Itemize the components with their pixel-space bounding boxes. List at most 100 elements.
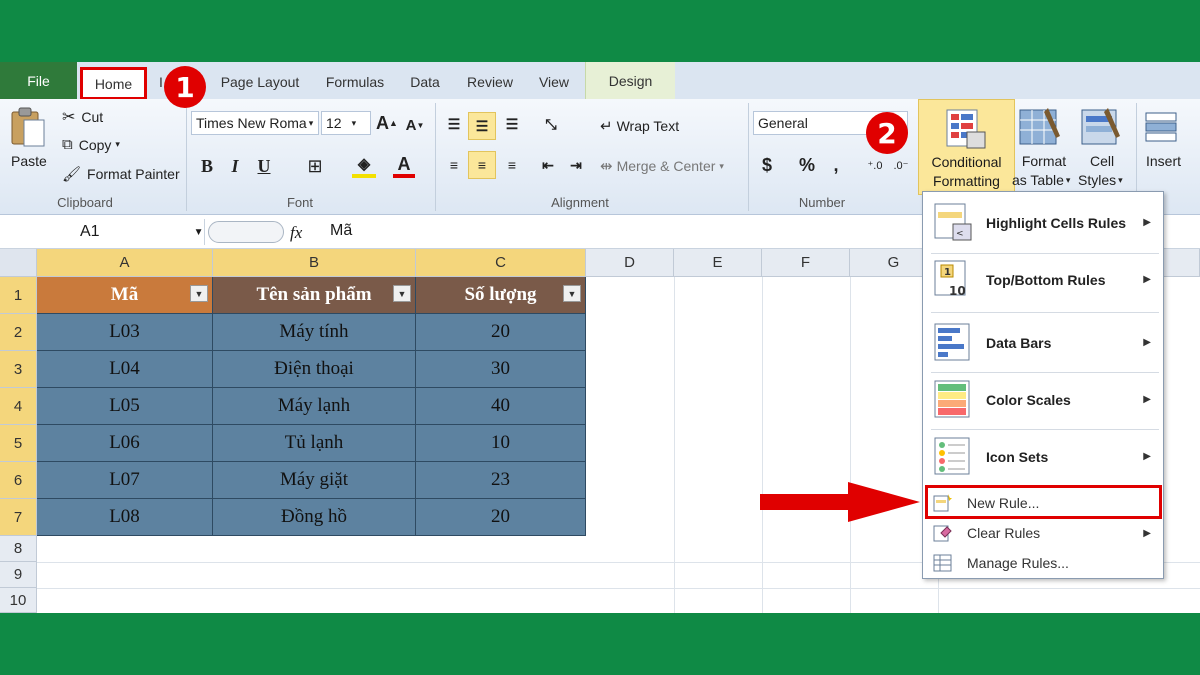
tab-view[interactable]: View (533, 71, 575, 93)
conditional-formatting-button[interactable]: Conditional Formatting (918, 99, 1015, 195)
increase-decimal-icon[interactable]: ⁺.0 (864, 154, 886, 176)
fill-color-icon[interactable]: ◈ (352, 154, 376, 178)
menu-item-top-bottom-rules[interactable]: 1 10 Top/Bottom Rules ▶ (923, 251, 1163, 308)
paste-icon[interactable] (8, 105, 52, 149)
font-size-select[interactable]: 12 ▾ (321, 111, 371, 135)
align-middle-icon[interactable]: ☰ (468, 112, 496, 140)
table-cell[interactable]: Đồng hồ (213, 499, 416, 536)
row-header-8[interactable]: 8 (0, 536, 37, 562)
table-cell[interactable]: 23 (416, 462, 586, 499)
decrease-decimal-icon[interactable]: .0⁻ (890, 154, 912, 176)
select-all-corner[interactable] (0, 249, 37, 277)
tab-data[interactable]: Data (405, 71, 445, 93)
format-as-table-label-2[interactable]: as Table ▾ (1012, 172, 1070, 188)
orientation-icon[interactable]: ⤡ (536, 112, 566, 136)
table-header-cell[interactable]: Tên sản phẩm ▼ (213, 277, 416, 314)
cell-styles-label-2[interactable]: Styles ▾ (1078, 172, 1123, 188)
menu-item-color-scales[interactable]: Color Scales ▶ (923, 371, 1163, 428)
column-header-f[interactable]: F (762, 249, 850, 277)
table-cell[interactable]: Máy tính (213, 314, 416, 351)
borders-icon[interactable]: ⊞ (303, 154, 327, 178)
menu-item-highlight-cells-rules[interactable]: < Highlight Cells Rules ▶ (923, 194, 1163, 251)
shrink-font-button[interactable]: A ▼ (404, 113, 426, 137)
font-name-select[interactable]: Times New Roma ▾ (191, 111, 319, 135)
filter-dropdown-icon[interactable]: ▼ (190, 285, 208, 302)
menu-item-manage-rules[interactable]: Manage Rules... (923, 548, 1163, 578)
row-header-5[interactable]: 5 (0, 425, 37, 462)
table-cell[interactable]: 40 (416, 388, 586, 425)
align-top-icon[interactable]: ☰ (442, 112, 466, 136)
row-header-2[interactable]: 2 (0, 314, 37, 351)
bold-button[interactable]: B (196, 154, 218, 178)
font-color-icon[interactable]: A (393, 154, 415, 178)
table-header-cell[interactable]: Mã ▼ (37, 277, 213, 314)
format-as-table-label-1[interactable]: Format (1020, 153, 1068, 169)
format-as-table-icon[interactable] (1018, 103, 1068, 153)
table-cell[interactable]: 20 (416, 314, 586, 351)
copy-button[interactable]: ⧉ Copy ▾ (62, 136, 120, 153)
decrease-indent-icon[interactable]: ⇤ (536, 153, 560, 177)
table-cell[interactable]: L07 (37, 462, 213, 499)
cell-styles-icon[interactable] (1080, 103, 1126, 153)
tab-home[interactable]: Home (80, 67, 147, 100)
formula-input[interactable]: Mã (330, 222, 352, 240)
table-cell[interactable]: 30 (416, 351, 586, 388)
tab-page-layout[interactable]: Page Layout (215, 71, 305, 93)
name-box[interactable]: A1 ▼ (0, 219, 205, 245)
align-bottom-icon[interactable]: ☰ (500, 112, 524, 136)
align-right-icon[interactable]: ≡ (500, 153, 524, 177)
row-header-9[interactable]: 9 (0, 562, 37, 588)
table-cell[interactable]: L04 (37, 351, 213, 388)
row-header-3[interactable]: 3 (0, 351, 37, 388)
table-cell[interactable]: Máy giặt (213, 462, 416, 499)
table-cell[interactable]: Máy lạnh (213, 388, 416, 425)
tab-file[interactable]: File (0, 62, 77, 99)
row-header-4[interactable]: 4 (0, 388, 37, 425)
increase-indent-icon[interactable]: ⇥ (564, 153, 588, 177)
wrap-text-button[interactable]: ↵ Wrap Text (600, 117, 679, 135)
format-painter-button[interactable]: 🖌 Format Painter (62, 165, 180, 183)
percent-button[interactable]: % (798, 153, 816, 177)
cell-styles-label-1[interactable]: Cell (1090, 153, 1114, 169)
insert-button[interactable]: Insert (1146, 153, 1181, 169)
filter-dropdown-icon[interactable]: ▼ (563, 285, 581, 302)
comma-button[interactable]: , (830, 153, 842, 177)
table-cell[interactable]: L03 (37, 314, 213, 351)
table-header-cell[interactable]: Số lượng ▼ (416, 277, 586, 314)
table-cell[interactable]: Tủ lạnh (213, 425, 416, 462)
insert-cells-icon[interactable] (1142, 103, 1192, 151)
filter-dropdown-icon[interactable]: ▼ (393, 285, 411, 302)
tab-review[interactable]: Review (460, 71, 520, 93)
table-cell[interactable]: 10 (416, 425, 586, 462)
row-header-7[interactable]: 7 (0, 499, 37, 536)
column-header-b[interactable]: B (213, 249, 416, 277)
tab-formulas[interactable]: Formulas (320, 71, 390, 93)
paste-button[interactable]: Paste (11, 153, 47, 169)
table-cell[interactable]: Điện thoại (213, 351, 416, 388)
column-header-e[interactable]: E (674, 249, 762, 277)
menu-item-data-bars[interactable]: Data Bars ▶ (923, 314, 1163, 371)
row-header-1[interactable]: 1 (0, 277, 37, 314)
grow-font-button[interactable]: A ▲ (376, 111, 398, 135)
table-cell[interactable]: 20 (416, 499, 586, 536)
menu-item-clear-rules[interactable]: Clear Rules ▶ (923, 518, 1163, 548)
table-cell[interactable]: L06 (37, 425, 213, 462)
table-cell[interactable]: L08 (37, 499, 213, 536)
align-center-icon[interactable]: ≡ (468, 151, 496, 179)
row-header-10[interactable]: 10 (0, 588, 37, 613)
align-left-icon[interactable]: ≡ (442, 153, 466, 177)
currency-button[interactable]: $ (758, 153, 776, 177)
underline-button[interactable]: U (253, 154, 275, 178)
tab-design[interactable]: Design (585, 62, 675, 99)
italic-button[interactable]: I (226, 154, 244, 178)
table-cell[interactable]: L05 (37, 388, 213, 425)
clipboard-group-label: Clipboard (57, 195, 113, 210)
fx-icon[interactable]: fx (290, 223, 302, 243)
menu-item-icon-sets[interactable]: Icon Sets ▶ (923, 428, 1163, 485)
column-header-d[interactable]: D (586, 249, 674, 277)
column-header-c[interactable]: C (416, 249, 586, 277)
row-header-6[interactable]: 6 (0, 462, 37, 499)
column-header-a[interactable]: A (37, 249, 213, 277)
merge-center-button[interactable]: ⇹ Merge & Center ▾ (600, 157, 724, 175)
cut-button[interactable]: ✂ Cut (62, 107, 103, 127)
